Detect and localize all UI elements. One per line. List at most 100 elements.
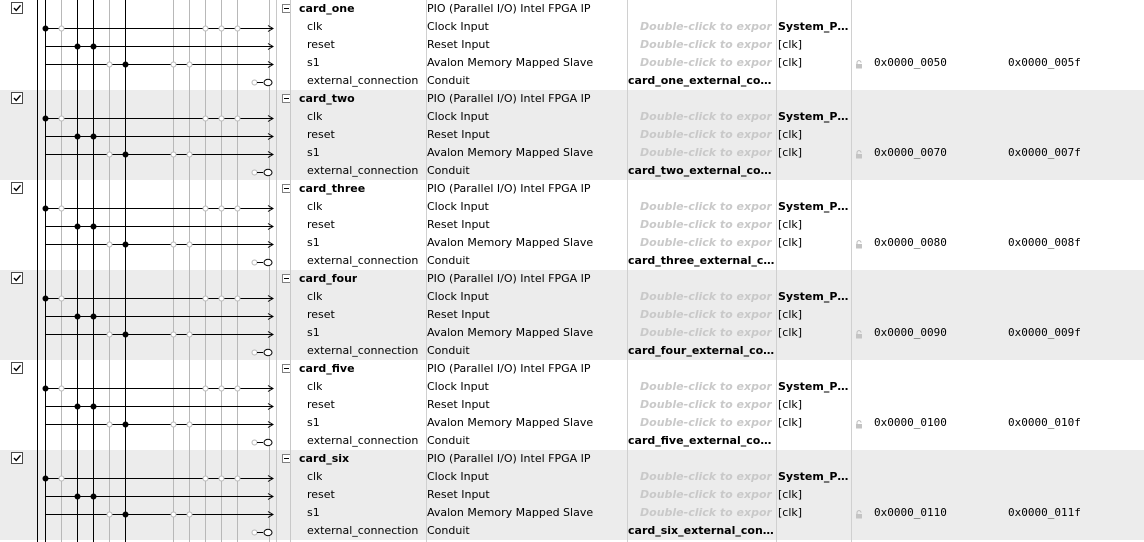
open-dot[interactable] <box>170 151 177 158</box>
export-placeholder[interactable]: Double-click to export <box>640 486 772 504</box>
base-address[interactable]: 0x0000_0080 <box>874 234 947 252</box>
connections-panel[interactable] <box>0 0 290 542</box>
connection-dot[interactable] <box>42 25 49 32</box>
connection-dot[interactable] <box>74 223 81 230</box>
export-placeholder[interactable]: Double-click to export <box>640 54 772 72</box>
open-dot[interactable] <box>58 205 65 212</box>
clock-cell[interactable]: System_PL... <box>778 198 850 216</box>
connection-dot[interactable] <box>74 43 81 50</box>
clock-cell[interactable]: [clk] <box>778 216 850 234</box>
component-name[interactable]: card_four <box>299 270 357 288</box>
lock-icon[interactable] <box>855 329 863 342</box>
open-dot[interactable] <box>58 295 65 302</box>
open-dot[interactable] <box>106 241 113 248</box>
open-dot[interactable] <box>218 295 225 302</box>
export-placeholder[interactable]: Double-click to export <box>640 36 772 54</box>
clock-cell[interactable]: [clk] <box>778 54 850 72</box>
component-name[interactable]: card_one <box>299 0 355 18</box>
clock-cell[interactable]: System_PL... <box>778 468 850 486</box>
export-placeholder[interactable]: Double-click to export <box>640 216 772 234</box>
export-name[interactable]: card_two_external_con... <box>628 162 775 180</box>
open-dot[interactable] <box>251 79 258 86</box>
open-dot[interactable] <box>186 331 193 338</box>
connection-dot[interactable] <box>122 331 129 338</box>
open-dot[interactable] <box>218 385 225 392</box>
clock-cell[interactable]: [clk] <box>778 486 850 504</box>
clock-cell[interactable]: [clk] <box>778 324 850 342</box>
lock-icon[interactable] <box>855 59 863 72</box>
connection-dot[interactable] <box>90 133 97 140</box>
open-dot[interactable] <box>186 241 193 248</box>
clock-cell[interactable]: System_PL... <box>778 378 850 396</box>
open-dot[interactable] <box>251 439 258 446</box>
connection-dot[interactable] <box>122 241 129 248</box>
clock-cell[interactable]: [clk] <box>778 396 850 414</box>
lock-icon[interactable] <box>855 239 863 252</box>
lock-icon[interactable] <box>855 149 863 162</box>
open-dot[interactable] <box>170 241 177 248</box>
open-dot[interactable] <box>186 151 193 158</box>
export-name[interactable]: card_one_external_con... <box>628 72 775 90</box>
open-dot[interactable] <box>202 295 209 302</box>
clock-cell[interactable]: [clk] <box>778 36 850 54</box>
open-dot[interactable] <box>58 115 65 122</box>
export-placeholder[interactable]: Double-click to export <box>640 306 772 324</box>
open-dot[interactable] <box>186 511 193 518</box>
open-dot[interactable] <box>234 475 241 482</box>
export-name[interactable]: card_three_external_co... <box>628 252 775 270</box>
export-placeholder[interactable]: Double-click to export <box>640 324 772 342</box>
export-placeholder[interactable]: Double-click to export <box>640 378 772 396</box>
open-dot[interactable] <box>58 385 65 392</box>
open-dot[interactable] <box>106 61 113 68</box>
component-name[interactable]: card_two <box>299 90 355 108</box>
connection-dot[interactable] <box>90 493 97 500</box>
connection-dot[interactable] <box>122 151 129 158</box>
connection-dot[interactable] <box>42 295 49 302</box>
connection-dot[interactable] <box>90 403 97 410</box>
export-name[interactable]: card_five_external_con... <box>628 432 775 450</box>
export-placeholder[interactable]: Double-click to export <box>640 468 772 486</box>
open-dot[interactable] <box>218 205 225 212</box>
connection-dot[interactable] <box>42 115 49 122</box>
open-dot[interactable] <box>202 205 209 212</box>
open-dot[interactable] <box>234 385 241 392</box>
open-dot[interactable] <box>218 25 225 32</box>
export-placeholder[interactable]: Double-click to export <box>640 234 772 252</box>
lock-icon[interactable] <box>855 419 863 432</box>
open-dot[interactable] <box>202 25 209 32</box>
open-dot[interactable] <box>170 421 177 428</box>
clock-cell[interactable]: System_PL... <box>778 108 850 126</box>
open-dot[interactable] <box>251 169 258 176</box>
base-address[interactable]: 0x0000_0090 <box>874 324 947 342</box>
export-placeholder[interactable]: Double-click to export <box>640 126 772 144</box>
open-dot[interactable] <box>202 115 209 122</box>
export-name[interactable]: card_four_external_con... <box>628 342 775 360</box>
connection-dot[interactable] <box>90 223 97 230</box>
connection-dot[interactable] <box>90 43 97 50</box>
open-dot[interactable] <box>234 115 241 122</box>
base-address[interactable]: 0x0000_0070 <box>874 144 947 162</box>
connection-dot[interactable] <box>122 511 129 518</box>
component-name[interactable]: card_six <box>299 450 349 468</box>
open-dot[interactable] <box>251 529 258 536</box>
open-dot[interactable] <box>251 259 258 266</box>
export-placeholder[interactable]: Double-click to export <box>640 108 772 126</box>
open-dot[interactable] <box>218 475 225 482</box>
lock-icon[interactable] <box>855 509 863 522</box>
export-placeholder[interactable]: Double-click to export <box>640 144 772 162</box>
open-dot[interactable] <box>186 421 193 428</box>
open-dot[interactable] <box>58 25 65 32</box>
clock-cell[interactable]: [clk] <box>778 144 850 162</box>
component-name[interactable]: card_five <box>299 360 355 378</box>
open-dot[interactable] <box>106 511 113 518</box>
open-dot[interactable] <box>234 295 241 302</box>
connection-dot[interactable] <box>42 205 49 212</box>
connection-dot[interactable] <box>122 421 129 428</box>
open-dot[interactable] <box>106 421 113 428</box>
open-dot[interactable] <box>170 61 177 68</box>
open-dot[interactable] <box>186 61 193 68</box>
open-dot[interactable] <box>218 115 225 122</box>
clock-cell[interactable]: [clk] <box>778 306 850 324</box>
export-placeholder[interactable]: Double-click to export <box>640 288 772 306</box>
export-placeholder[interactable]: Double-click to export <box>640 198 772 216</box>
